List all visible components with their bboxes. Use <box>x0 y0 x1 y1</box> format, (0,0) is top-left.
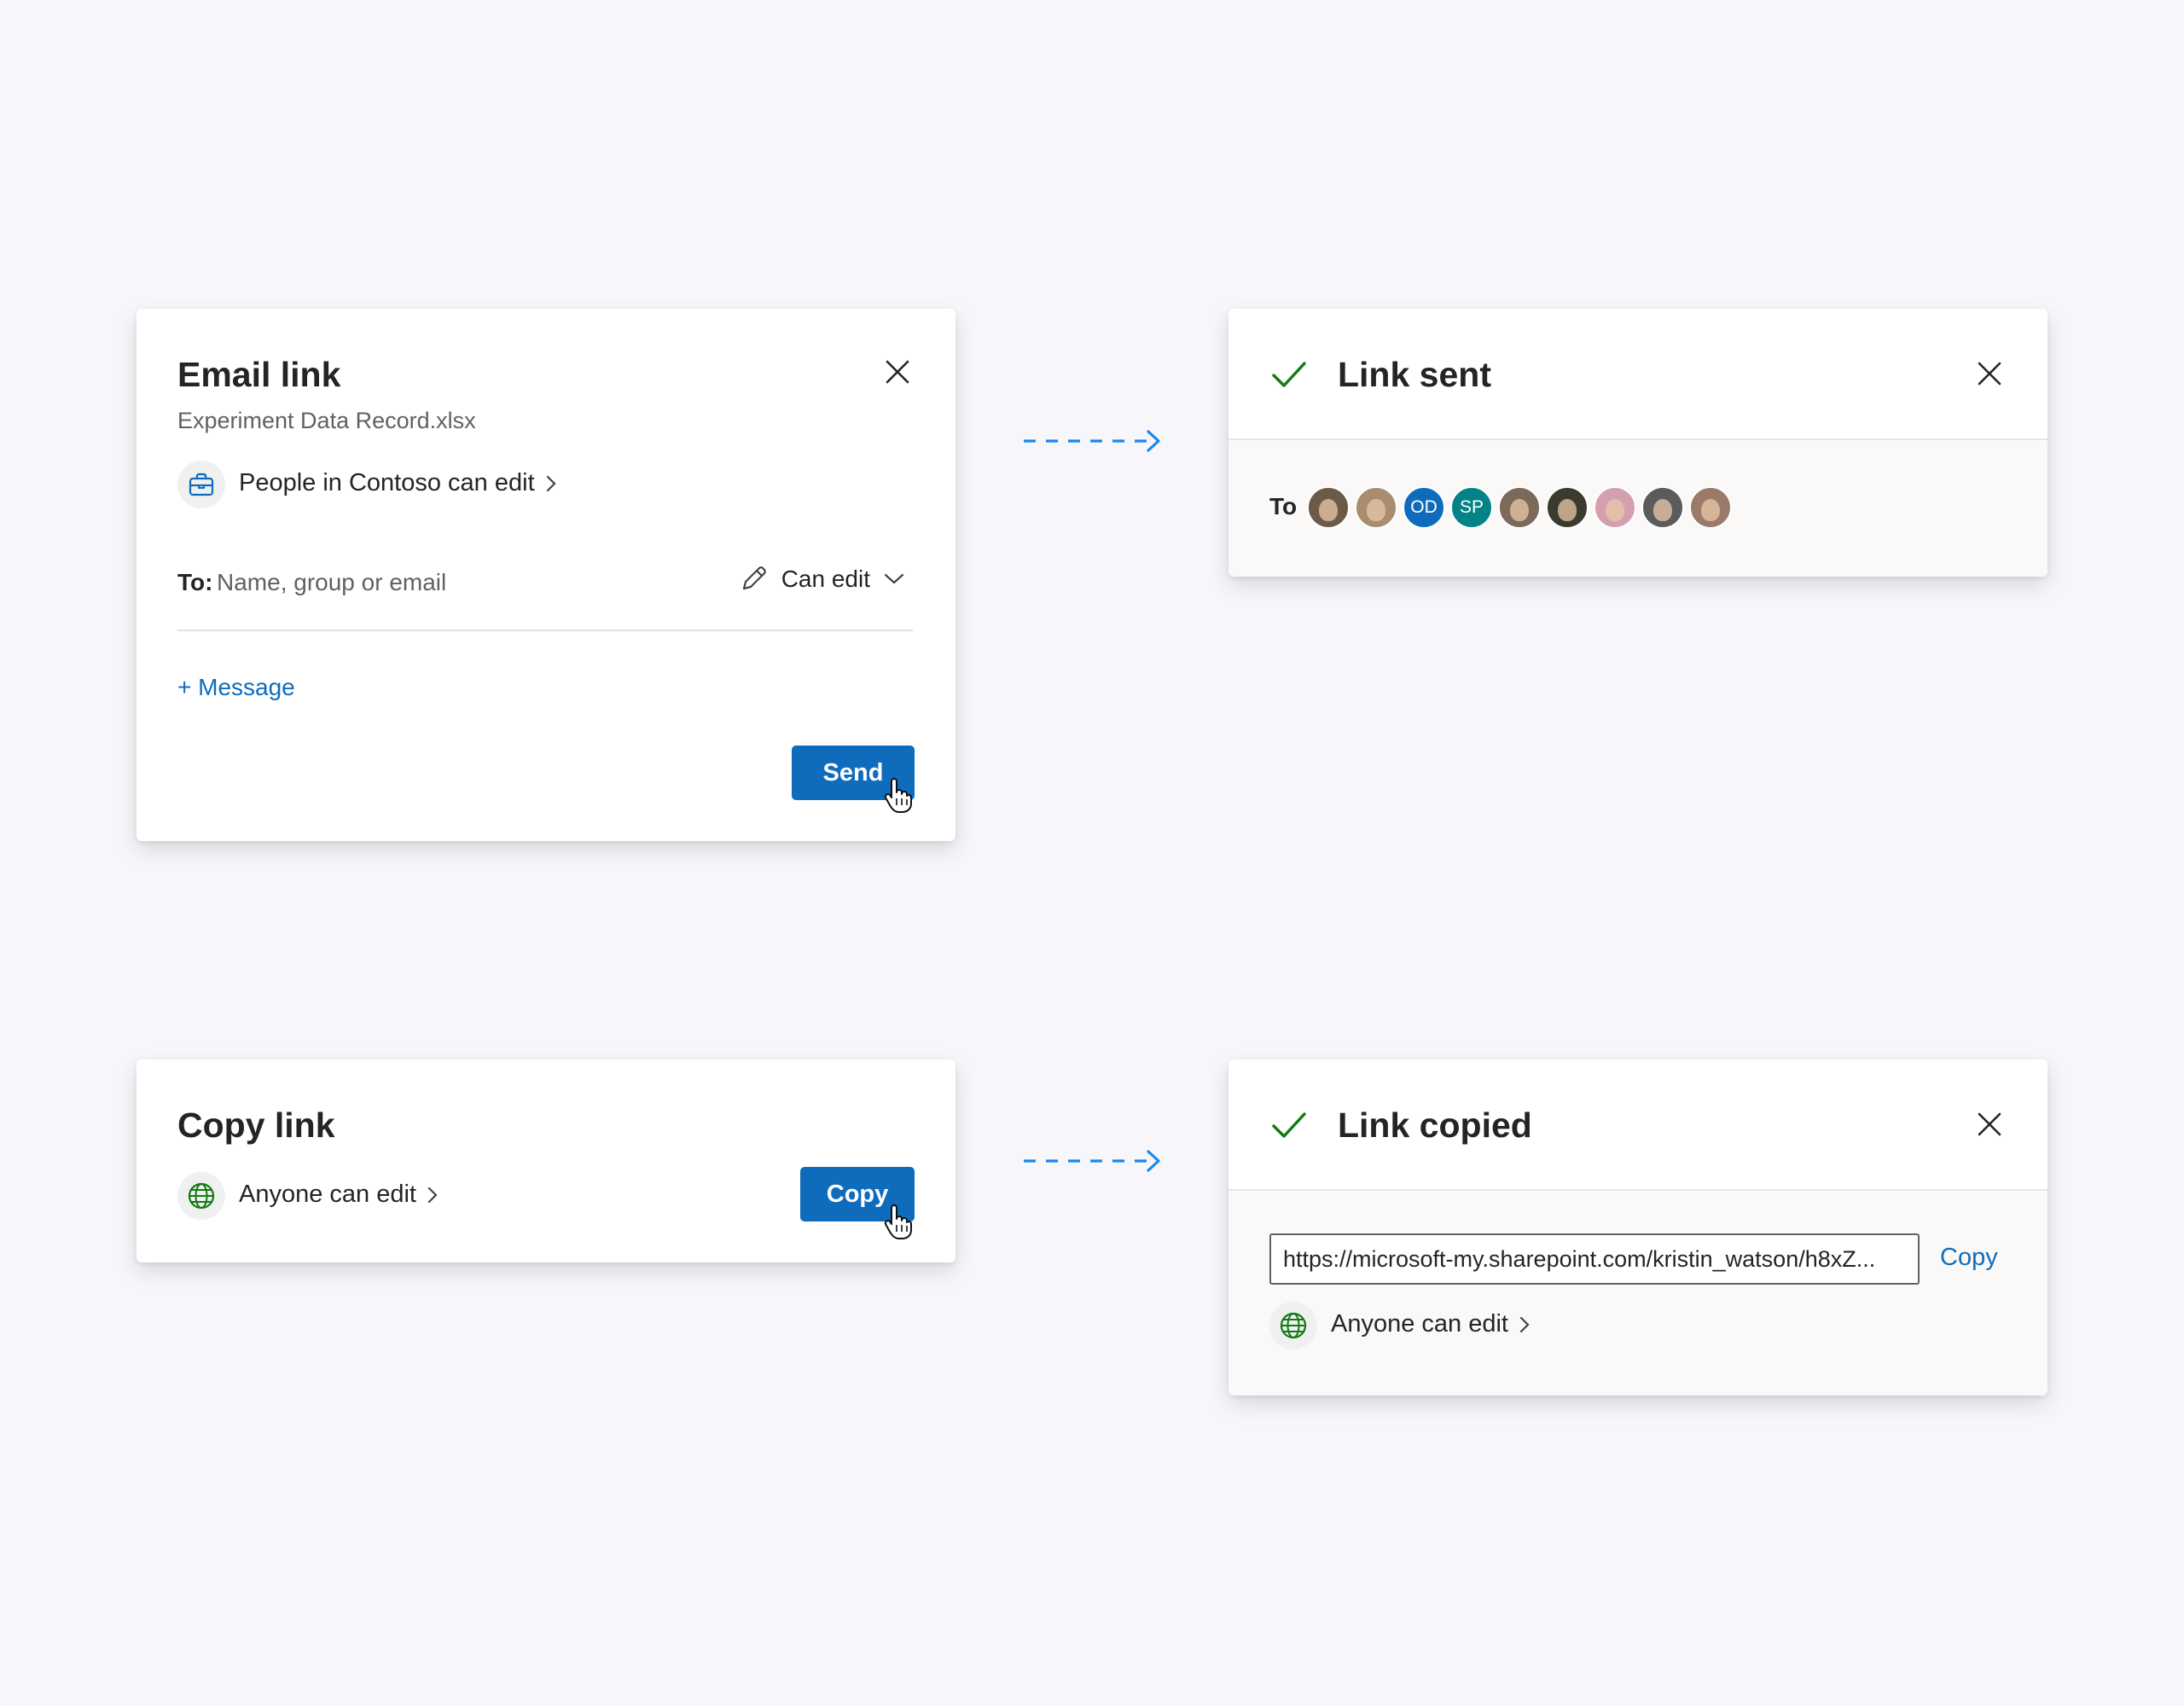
recipient-avatar-list: OD SP <box>1307 486 1737 529</box>
link-copied-title: Link copied <box>1338 1105 1532 1145</box>
link-copied-card: Link copied https://microsoft-my.sharepo… <box>1228 1059 2048 1396</box>
person-photo-icon <box>1367 499 1385 521</box>
copy-button[interactable]: Copy <box>800 1167 915 1221</box>
recipient-avatar-initials[interactable]: SP <box>1450 486 1493 529</box>
copied-link-permission-setting[interactable]: Anyone can edit <box>1331 1310 1531 1338</box>
recipient-input-placeholder[interactable]: Name, group or email <box>217 569 446 596</box>
person-photo-icon <box>1558 499 1577 521</box>
globe-icon-wrap <box>1269 1302 1317 1349</box>
copied-link-permission-label: Anyone can edit <box>1331 1310 1508 1338</box>
recipient-avatar-photo[interactable] <box>1641 486 1684 529</box>
person-photo-icon <box>1701 499 1720 521</box>
can-edit-dropdown[interactable]: Can edit <box>739 565 904 594</box>
copy-link-again-button[interactable]: Copy <box>1940 1244 1998 1272</box>
briefcase-icon <box>189 473 214 496</box>
link-sent-card: Link sent To OD SP <box>1228 309 2048 577</box>
globe-icon-wrap <box>177 1172 225 1220</box>
recipient-avatar-photo[interactable] <box>1498 486 1541 529</box>
link-permission-label: People in Contoso can edit <box>239 469 535 496</box>
link-url-field[interactable]: https://microsoft-my.sharepoint.com/kris… <box>1269 1233 1920 1285</box>
add-message-link[interactable]: + Message <box>177 674 295 701</box>
copy-link-title: Copy link <box>177 1105 335 1145</box>
close-icon <box>1978 1112 2001 1136</box>
recipient-avatar-photo[interactable] <box>1594 486 1636 529</box>
copy-link-card: Copy link Anyone can edit Copy <box>136 1059 956 1262</box>
recipient-avatar-photo[interactable] <box>1689 486 1732 529</box>
person-photo-icon <box>1510 499 1529 521</box>
recipient-avatar-photo[interactable] <box>1307 486 1350 529</box>
chevron-down-icon <box>884 573 904 584</box>
recipient-field[interactable]: To: Name, group or email Can edit <box>177 565 913 631</box>
chevron-right-icon <box>1519 1316 1530 1332</box>
globe-icon <box>188 1182 215 1210</box>
link-sent-title: Link sent <box>1338 355 1491 394</box>
to-label: To: <box>177 569 213 595</box>
copy-link-permission-setting[interactable]: Anyone can edit <box>239 1181 439 1209</box>
chevron-right-icon <box>427 1187 438 1203</box>
link-copied-close-button[interactable] <box>1972 1107 2007 1141</box>
copied-link-panel: https://microsoft-my.sharepoint.com/kris… <box>1228 1189 2048 1396</box>
chevron-right-icon <box>546 475 556 491</box>
person-photo-icon <box>1606 499 1624 521</box>
person-photo-icon <box>1319 499 1338 521</box>
close-icon <box>1978 362 2001 386</box>
recipient-avatar-photo[interactable] <box>1546 486 1589 529</box>
checkmark-icon <box>1272 362 1306 387</box>
email-link-card: Email link Experiment Data Record.xlsx P… <box>136 309 956 841</box>
send-button[interactable]: Send <box>792 746 915 800</box>
checkmark-icon <box>1272 1112 1306 1138</box>
close-icon <box>886 360 909 384</box>
person-photo-icon <box>1653 499 1672 521</box>
file-name: Experiment Data Record.xlsx <box>177 408 476 433</box>
link-sent-close-button[interactable] <box>1972 357 2007 391</box>
can-edit-label: Can edit <box>781 566 870 592</box>
pencil-icon <box>742 566 766 590</box>
copy-link-permission-label: Anyone can edit <box>239 1181 416 1208</box>
link-permission-setting[interactable]: People in Contoso can edit <box>239 469 557 497</box>
flow-arrow-icon <box>1024 1150 1160 1172</box>
recipients-to-label: To <box>1269 493 1298 519</box>
recipient-avatar-photo[interactable] <box>1355 486 1397 529</box>
link-url-text: https://microsoft-my.sharepoint.com/kris… <box>1283 1245 1876 1272</box>
recipients-panel: To OD SP <box>1228 438 2048 577</box>
briefcase-icon-wrap <box>177 461 225 508</box>
email-link-close-button[interactable] <box>880 355 915 389</box>
email-link-title: Email link <box>177 355 341 394</box>
globe-icon <box>1280 1312 1307 1339</box>
flow-arrow-icon <box>1024 430 1160 452</box>
recipient-avatar-initials[interactable]: OD <box>1403 486 1445 529</box>
